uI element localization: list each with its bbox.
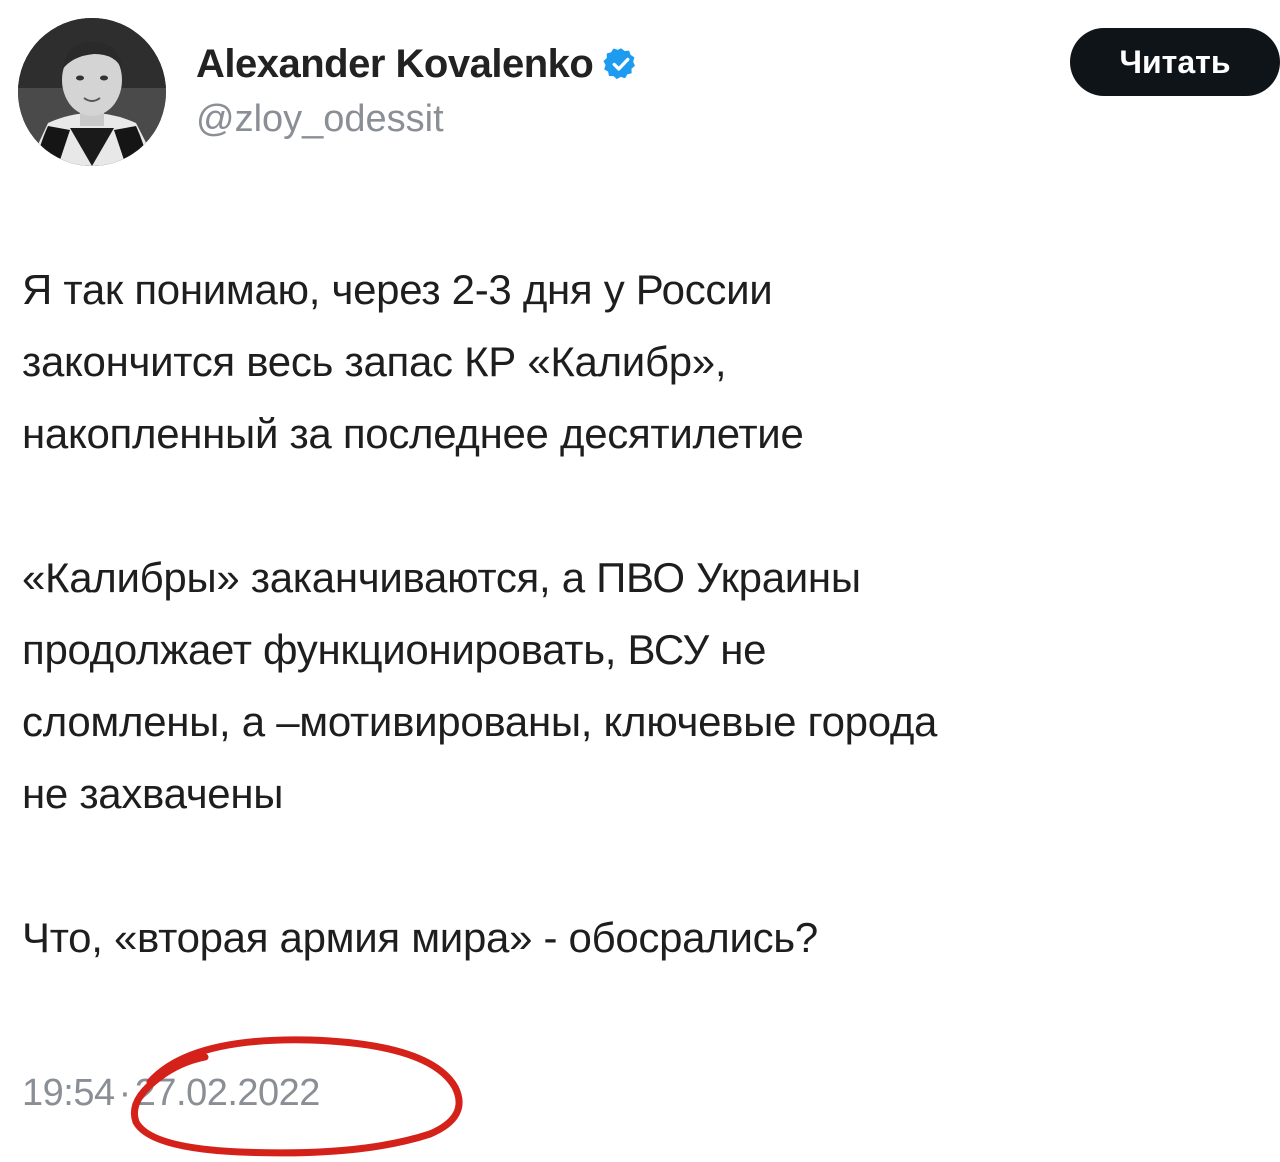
tweet-timestamp[interactable]: 19:54 · 27.02.2022 <box>22 1072 320 1115</box>
tweet-time[interactable]: 19:54 <box>22 1072 115 1114</box>
tweet-line: Я так понимаю, через 2-3 дня у России <box>22 266 773 313</box>
author-handle[interactable]: @zloy_odessit <box>196 98 444 141</box>
tweet-text: Я так понимаю, через 2-3 дня у России за… <box>22 254 1272 974</box>
tweet-line: Что, «вторая армия мира» - обосрались? <box>22 914 818 961</box>
tweet-line: «Калибры» заканчиваются, а ПВО Украины <box>22 554 861 601</box>
tweet-line: сломлены, а –мотивированы, ключевые горо… <box>22 698 938 745</box>
person-portrait-icon <box>18 18 166 166</box>
tweet-line: накопленный за последнее десятилетие <box>22 410 804 457</box>
verified-badge-icon <box>603 48 636 80</box>
tweet-line: не захвачены <box>22 770 284 817</box>
follow-button[interactable]: Читать <box>1070 28 1280 96</box>
meta-separator: · <box>118 1072 132 1114</box>
avatar[interactable] <box>18 18 166 166</box>
tweet-line: продолжает функционировать, ВСУ не <box>22 626 767 673</box>
tweet-line: закончится весь запас КР «Калибр», <box>22 338 727 385</box>
author-name-row[interactable]: Alexander Kovalenko <box>196 40 639 88</box>
author-display-name[interactable]: Alexander Kovalenko <box>196 42 594 87</box>
tweet-date[interactable]: 27.02.2022 <box>135 1072 321 1114</box>
